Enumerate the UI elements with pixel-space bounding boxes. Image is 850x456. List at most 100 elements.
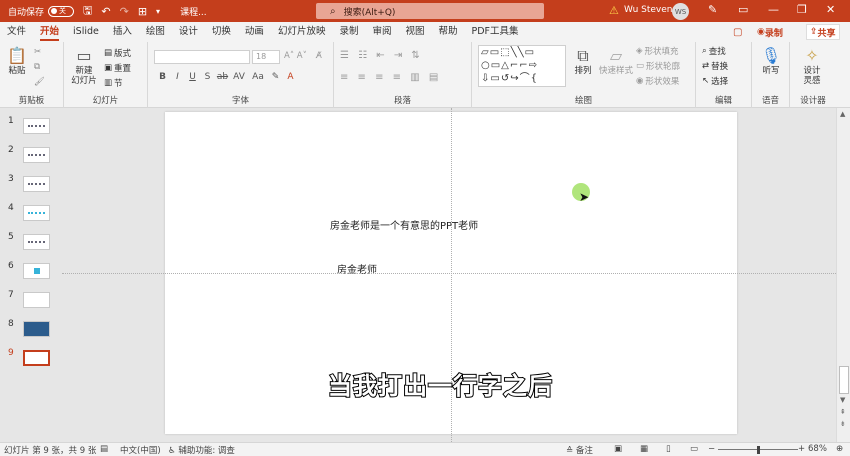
close-icon[interactable]: ✕ [826, 3, 835, 16]
tab-insert[interactable]: 插入 [106, 22, 139, 42]
scroll-up-icon[interactable]: ▲ [840, 110, 845, 118]
tab-view[interactable]: 视图 [398, 22, 431, 42]
change-case-button[interactable]: Aa [249, 72, 267, 82]
shape-effects-button[interactable]: ◉ 形状效果 [636, 75, 679, 87]
tab-slideshow[interactable]: 幻灯片放映 [271, 22, 333, 42]
tab-record[interactable]: 录制 [332, 22, 365, 42]
autosave-toggle[interactable]: 关 [48, 5, 75, 17]
vertical-scrollbar[interactable]: ▲ ▼ ⇞ ⇟ [836, 108, 850, 442]
slide-thumbnail[interactable]: 3 [0, 174, 62, 194]
user-name[interactable]: Wu Steven [624, 5, 673, 15]
next-slide-icon[interactable]: ⇟ [840, 420, 846, 428]
tab-design[interactable]: 设计 [172, 22, 205, 42]
zoom-slider-thumb[interactable] [757, 446, 760, 454]
highlight-icon[interactable]: ✎ [269, 72, 282, 82]
format-painter-icon[interactable]: 🖌 [34, 77, 45, 87]
spellcheck-icon[interactable]: ▤ [100, 444, 108, 454]
clear-format-icon[interactable]: A̸ [316, 51, 322, 61]
slide-editor-canvas[interactable]: 房金老师是一个有意思的PPT老师 房金老师 ➤ 当我打出一行字之后 [62, 108, 836, 442]
align-icons[interactable]: ≡ ≡ ≡ ≡ ▥ ▤ [340, 72, 441, 83]
slide-sorter-icon[interactable]: ▦ [640, 444, 648, 454]
grow-font-icon[interactable]: A˄ A˅ [284, 51, 307, 61]
scroll-down-icon[interactable]: ▼ [840, 396, 845, 404]
strikethrough-button[interactable]: ab [216, 72, 229, 82]
redo-icon[interactable]: ↷ [120, 5, 129, 18]
customize-toolbar-icon[interactable]: ▾ [156, 7, 160, 16]
slide-thumbnail[interactable]: 8 [0, 319, 62, 339]
replace-button[interactable]: ⇄ 替换 [702, 60, 728, 72]
arrange-button[interactable]: ⧉ 排列 [570, 46, 596, 76]
list-icons[interactable]: ☰ ☷ ⇤ ⇥ ⇅ [340, 50, 423, 61]
previous-slide-icon[interactable]: ⇞ [840, 408, 846, 416]
tab-transitions[interactable]: 切换 [205, 22, 238, 42]
normal-view-icon[interactable]: ▣ [614, 444, 622, 454]
slide-thumbnail[interactable]: 6 [0, 261, 62, 281]
slide-thumbnail[interactable]: 5 [0, 232, 62, 252]
presentation-icon[interactable]: ⊞ [138, 5, 147, 18]
dictate-button[interactable]: 🎙 听写 [756, 46, 786, 76]
scrollbar-thumb[interactable] [839, 366, 849, 394]
tab-islide[interactable]: iSlide [66, 22, 106, 42]
bold-button[interactable]: B [156, 72, 169, 82]
cut-icon[interactable]: ✂ [34, 47, 41, 57]
comments-icon[interactable]: ▢ [733, 24, 742, 40]
reset-button[interactable]: ▣ 重置 [104, 62, 131, 74]
undo-icon[interactable]: ↶ [101, 5, 110, 18]
horizontal-guide[interactable] [62, 273, 836, 274]
shape-fill-button[interactable]: ◈ 形状填充 [636, 45, 679, 57]
tab-review[interactable]: 审阅 [365, 22, 398, 42]
spacing-button[interactable]: AV [231, 72, 247, 82]
tab-home[interactable]: 开始 [33, 22, 66, 42]
language-status[interactable]: 中文(中国) [120, 444, 161, 456]
italic-button[interactable]: I [171, 72, 184, 82]
tab-file[interactable]: 文件 [0, 22, 33, 42]
group-voice: 🎙 听写 语音 [752, 42, 790, 108]
zoom-level[interactable]: 68% [808, 444, 827, 454]
restore-icon[interactable]: ❐ [797, 3, 807, 16]
slide-text-line-1[interactable]: 房金老师是一个有意思的PPT老师 [330, 217, 478, 232]
warning-icon[interactable]: ⚠ [609, 4, 619, 17]
avatar[interactable]: WS [672, 3, 689, 20]
pen-icon[interactable]: ✎ [708, 3, 717, 16]
quick-styles-button[interactable]: ▱ 快速样式 [598, 46, 634, 76]
shapes-gallery[interactable]: ▱▭⬚╲╲▭ ○▭△⌐⌐⇨ ⇩▭↺↪⌒{ [478, 45, 566, 87]
notes-button[interactable]: ≙ 备注 [566, 444, 593, 456]
new-slide-button[interactable]: ▭ 新建 幻灯片 [68, 46, 100, 86]
slideshow-icon[interactable]: ▭ [690, 444, 698, 454]
group-editing: ⌕ 查找 ⇄ 替换 ↖ 选择 编辑 [696, 42, 752, 108]
underline-button[interactable]: U [186, 72, 199, 82]
record-button[interactable]: ◉ 录制 [757, 24, 783, 40]
shape-outline-button[interactable]: ▭ 形状轮廓 [636, 60, 680, 72]
slide-thumbnail[interactable]: 2 [0, 145, 62, 165]
shadow-button[interactable]: S [201, 72, 214, 82]
zoom-out-icon[interactable]: − [708, 444, 715, 454]
slide-thumbnail-selected[interactable]: 9 [0, 348, 62, 368]
tab-pdf-tools[interactable]: PDF工具集 [465, 22, 526, 42]
slide-thumbnail[interactable]: 7 [0, 290, 62, 310]
paste-button[interactable]: 📋 粘贴 [4, 46, 30, 76]
section-button[interactable]: ▥ 节 [104, 77, 123, 89]
slide-thumbnail[interactable]: 1 [0, 116, 62, 136]
share-button[interactable]: ⇪ 共享 [806, 24, 840, 40]
minimize-icon[interactable]: — [768, 3, 779, 16]
accessibility-status[interactable]: ♿ 辅助功能: 调查 [168, 444, 235, 456]
ribbon-display-icon[interactable]: ▭ [738, 3, 748, 16]
tab-draw[interactable]: 绘图 [139, 22, 172, 42]
zoom-in-icon[interactable]: + [798, 444, 805, 454]
fit-to-window-icon[interactable]: ⊕ [836, 444, 843, 454]
find-button[interactable]: ⌕ 查找 [702, 45, 726, 57]
slide-thumbnail[interactable]: 4 [0, 203, 62, 223]
font-size-select[interactable]: 18 [252, 50, 280, 64]
tab-animations[interactable]: 动画 [238, 22, 271, 42]
reading-view-icon[interactable]: ▯ [666, 444, 671, 454]
select-button[interactable]: ↖ 选择 [702, 75, 728, 87]
font-family-select[interactable] [154, 50, 250, 64]
search-box[interactable]: ⌕ 搜索(Alt+Q) [316, 3, 544, 19]
copy-icon[interactable]: ⧉ [34, 62, 40, 72]
designer-button[interactable]: ✧ 设计 灵感 [794, 46, 830, 86]
layout-button[interactable]: ▤ 版式 [104, 47, 131, 59]
font-color-icon[interactable]: A [284, 72, 297, 82]
tab-help[interactable]: 帮助 [432, 22, 465, 42]
save-icon[interactable]: 🖫 [83, 2, 92, 21]
document-title[interactable]: 课程... [180, 5, 207, 18]
